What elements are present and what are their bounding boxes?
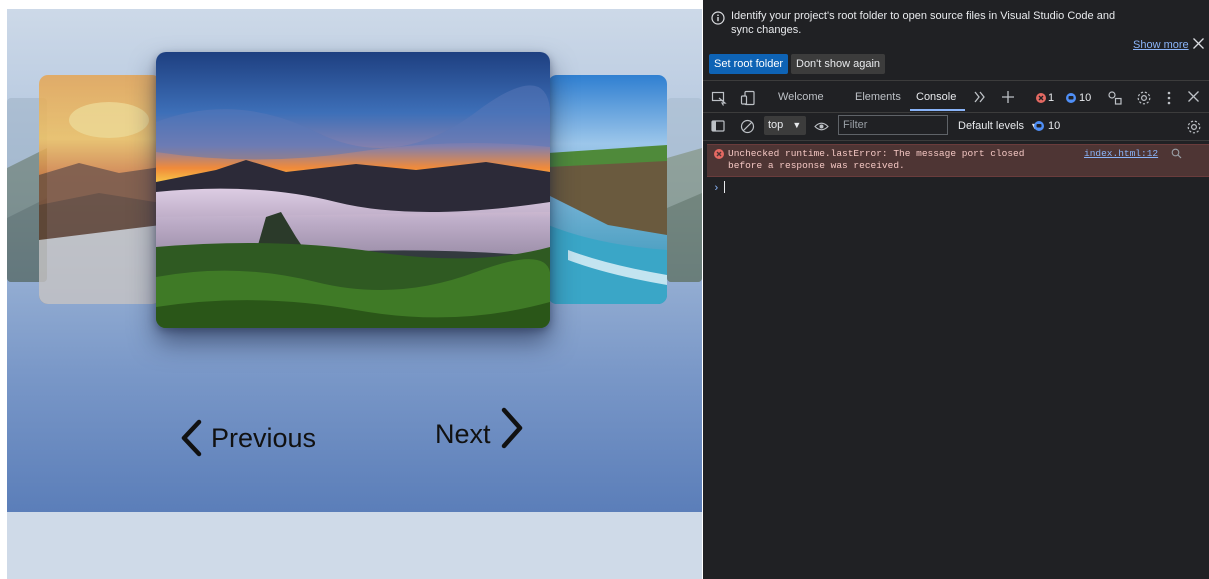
- error-text: Unchecked runtime.lastError: The message…: [728, 148, 1025, 171]
- error-source-link[interactable]: index.html:12: [1084, 148, 1158, 159]
- text-caret: [723, 181, 725, 193]
- carousel-slide-left[interactable]: [39, 75, 161, 304]
- tab-console[interactable]: Console: [916, 91, 956, 103]
- sunset-mountain-image: [39, 75, 161, 304]
- console-filterbar: top ▼ Default levels ▼ 10: [703, 113, 1209, 141]
- page-footer-area: [7, 512, 702, 579]
- console-settings-icon[interactable]: [1186, 119, 1202, 135]
- forest-image: [667, 98, 702, 282]
- mountain-sunrise-image: [156, 52, 550, 328]
- webpage-viewport: Previous Next: [7, 9, 702, 579]
- message-badge-icon: [1034, 121, 1044, 131]
- console-filter-input[interactable]: [838, 115, 948, 135]
- prompt-chevron-icon: ›: [713, 183, 720, 195]
- more-options-icon[interactable]: [1166, 90, 1172, 106]
- sea-cliff-image: [548, 75, 667, 304]
- devtools-tabbar: Welcome Elements Console 1 10: [703, 84, 1209, 113]
- log-levels-select[interactable]: Default levels ▼: [958, 120, 1039, 132]
- message-count: 10: [1079, 92, 1092, 104]
- chevron-left-icon: [181, 419, 202, 457]
- info-icon: [711, 11, 725, 25]
- show-more-link[interactable]: Show more: [1133, 39, 1189, 51]
- live-expression-icon[interactable]: [814, 120, 829, 133]
- sidebar-toggle-icon[interactable]: [711, 119, 725, 133]
- previous-button[interactable]: Previous: [179, 419, 316, 457]
- log-levels-value: Default levels: [958, 120, 1025, 132]
- add-tab-icon[interactable]: [1001, 90, 1015, 104]
- close-devtools-icon[interactable]: [1187, 90, 1200, 103]
- issues-count: 10: [1048, 120, 1061, 132]
- carousel-slide-active[interactable]: [156, 52, 550, 328]
- message-badge-icon[interactable]: [1066, 93, 1076, 103]
- chevron-right-icon: [501, 407, 522, 448]
- devtools-panel: Identify your project's root folder to o…: [703, 0, 1209, 579]
- active-tab-indicator: [910, 109, 965, 111]
- next-button[interactable]: Next: [435, 407, 525, 450]
- error-icon: [714, 149, 724, 159]
- infobar: Identify your project's root folder to o…: [703, 0, 1209, 81]
- context-value: top: [768, 119, 784, 131]
- console-prompt[interactable]: ›: [713, 181, 725, 195]
- inspect-element-icon[interactable]: [711, 90, 727, 106]
- dropdown-arrow-icon: ▼: [792, 120, 802, 130]
- dont-show-again-button[interactable]: Don't show again: [791, 54, 886, 74]
- next-label: Next: [435, 419, 491, 449]
- set-root-folder-button[interactable]: Set root folder: [709, 54, 789, 74]
- error-badge-icon[interactable]: [1036, 93, 1046, 103]
- tab-elements[interactable]: Elements: [855, 91, 901, 103]
- connection-icon[interactable]: [1107, 90, 1123, 106]
- carousel-slide-far-right[interactable]: [667, 98, 702, 282]
- tab-welcome[interactable]: Welcome: [778, 91, 824, 103]
- clear-console-icon[interactable]: [740, 119, 755, 134]
- carousel-slide-right[interactable]: [548, 75, 667, 304]
- search-icon[interactable]: [1171, 148, 1182, 159]
- more-tabs-icon[interactable]: [973, 90, 987, 104]
- previous-label: Previous: [211, 422, 317, 453]
- error-count: 1: [1048, 92, 1055, 104]
- console-error-message[interactable]: Unchecked runtime.lastError: The message…: [707, 144, 1209, 177]
- gear-icon[interactable]: [1136, 90, 1152, 106]
- infobar-message: Identify your project's root folder to o…: [731, 10, 1116, 36]
- device-emulation-icon[interactable]: [740, 90, 756, 106]
- carousel-section: Previous Next: [7, 9, 702, 512]
- context-select[interactable]: top ▼: [764, 116, 806, 135]
- close-icon[interactable]: [1192, 37, 1205, 50]
